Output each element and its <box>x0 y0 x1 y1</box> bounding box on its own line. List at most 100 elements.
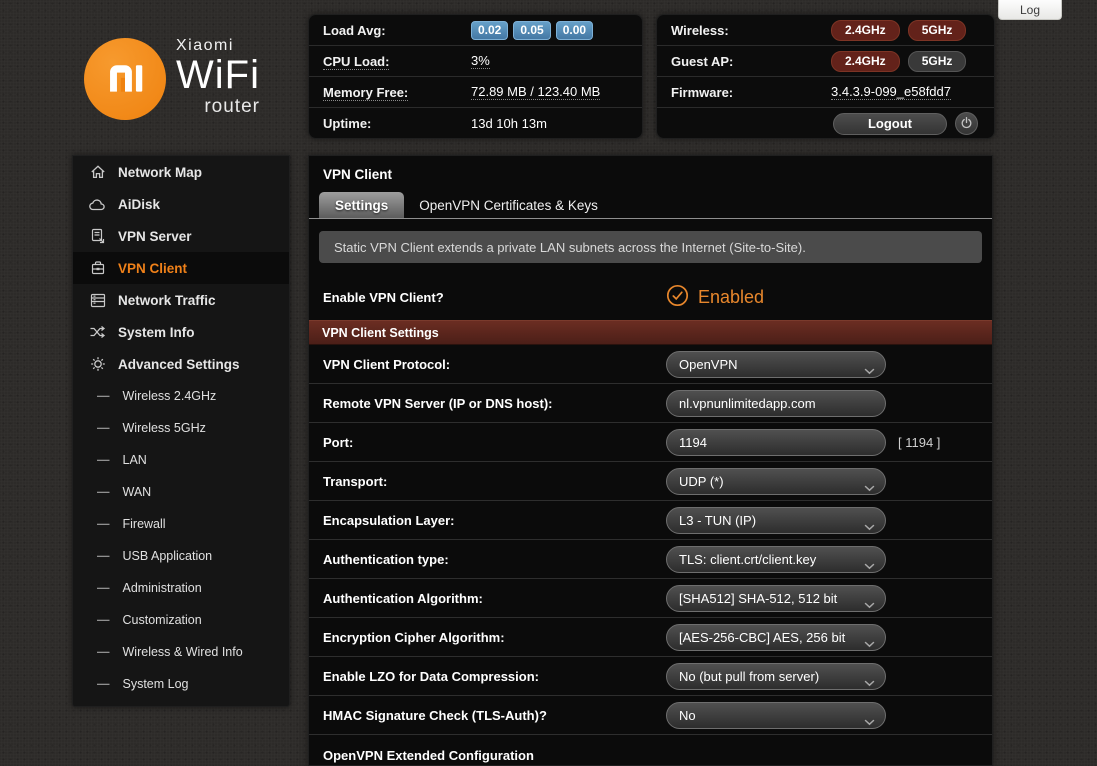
sidebar-subitem-wireless-5ghz[interactable]: — Wireless 5GHz <box>73 412 289 444</box>
port-input[interactable] <box>679 430 873 455</box>
encapsulation-layer-select[interactable]: L3 - TUN (IP) <box>666 507 886 534</box>
logout-row: Logout <box>657 108 994 139</box>
load-avg-label: Load Avg: <box>323 23 471 38</box>
chevron-down-icon <box>864 362 875 380</box>
sidebar-subitem-customization[interactable]: — Customization <box>73 604 289 636</box>
logo-text: Xiaomi WiFi router <box>176 38 260 116</box>
encryption-cipher-algorithm-select[interactable]: [AES-256-CBC] AES, 256 bit <box>666 624 886 651</box>
load-avg-badges: 0.020.050.00 <box>471 21 598 40</box>
uptime-value: 13d 10h 13m <box>471 116 547 131</box>
cpu-load-value: 3% <box>471 53 490 69</box>
sidebar-item-vpn-server[interactable]: VPN Server <box>73 220 289 252</box>
sidebar-item-vpn-client[interactable]: VPN Client <box>73 252 289 284</box>
vpn-client-protocol-select[interactable]: OpenVPN <box>666 351 886 378</box>
tab-openvpn-certificates-keys[interactable]: OpenVPN Certificates & Keys <box>404 192 613 218</box>
sidebar-item-network-map[interactable]: Network Map <box>73 156 289 188</box>
sidebar-subitem-administration[interactable]: —Administration <box>73 572 289 604</box>
dash-icon: — <box>97 517 109 531</box>
tab-settings[interactable]: Settings <box>319 192 404 218</box>
memory-free-row: Memory Free: 72.89 MB / 123.40 MB <box>309 77 642 108</box>
cloud-icon <box>89 196 106 213</box>
sidebar-subitem-label: System Log <box>123 677 189 691</box>
main-content: VPN Client SettingsOpenVPN Certificates … <box>308 155 993 766</box>
wireless-label: Wireless: <box>671 23 831 38</box>
form-row: VPN Client Protocol:OpenVPN <box>309 345 992 384</box>
selected-value: [SHA512] SHA-512, 512 bit <box>679 591 837 606</box>
sidebar-item-network-traffic[interactable]: Network Traffic <box>73 284 289 316</box>
cpu-load-row: CPU Load: 3% <box>309 46 642 77</box>
field-label: Authentication Algorithm: <box>323 591 666 606</box>
logout-button[interactable]: Logout <box>833 113 947 135</box>
dash-icon: — <box>97 421 109 435</box>
sidebar-subitem-wireless-wired-info[interactable]: —Wireless & Wired Info <box>73 636 289 668</box>
sidebar-subitem-label: Wireless 2.4GHz <box>123 389 217 403</box>
sidebar-subitem-label: Customization <box>123 613 202 627</box>
dash-icon: — <box>97 389 109 403</box>
sidebar-item-aidisk[interactable]: AiDisk <box>73 188 289 220</box>
power-button[interactable] <box>955 112 978 135</box>
logo: Xiaomi WiFi router <box>84 38 260 120</box>
sidebar-subitem-wan[interactable]: — WAN <box>73 476 289 508</box>
field-label: HMAC Signature Check (TLS-Auth)? <box>323 708 666 723</box>
load-avg-badge: 0.02 <box>471 21 508 40</box>
firmware-value[interactable]: 3.4.3.9-099_e58fdd7 <box>831 84 951 100</box>
memory-free-value: 72.89 MB / 123.40 MB <box>471 84 600 100</box>
sidebar-subitem-firewall[interactable]: —Firewall <box>73 508 289 540</box>
authentication-algorithm-select[interactable]: [SHA512] SHA-512, 512 bit <box>666 585 886 612</box>
selected-value: [AES-256-CBC] AES, 256 bit <box>679 630 845 645</box>
sidebar-item-label: VPN Client <box>118 261 187 276</box>
form-row: Enable LZO for Data Compression:No (but … <box>309 657 992 696</box>
wireless-badge[interactable]: 2.4GHz <box>831 20 900 41</box>
authentication-type-select[interactable]: TLS: client.crt/client.key <box>666 546 886 573</box>
enable-vpn-row: Enable VPN Client? Enabled <box>309 275 992 320</box>
enable-vpn-label: Enable VPN Client? <box>323 290 666 305</box>
wireless-badge[interactable]: 5GHz <box>908 20 967 41</box>
enable-vpn-toggle[interactable]: Enabled <box>666 284 764 312</box>
mi-logo-icon <box>84 38 166 120</box>
field-label: Transport: <box>323 474 666 489</box>
chevron-down-icon <box>864 557 875 575</box>
dash-icon: — <box>97 613 109 627</box>
sidebar-subitem-lan[interactable]: —LAN <box>73 444 289 476</box>
sidebar: Network MapAiDiskVPN Server VPN Client Net… <box>72 155 290 707</box>
field-label: Authentication type: <box>323 552 666 567</box>
uptime-label: Uptime: <box>323 116 471 131</box>
guest-ap-badge[interactable]: 5GHz <box>908 51 967 72</box>
transport-select[interactable]: UDP (*) <box>666 468 886 495</box>
sidebar-subitem-label: Wireless 5GHz <box>123 421 206 435</box>
enable-vpn-status: Enabled <box>698 287 764 308</box>
sidebar-subitem-wireless-2-4ghz[interactable]: — Wireless 2.4GHz <box>73 380 289 412</box>
sidebar-item-system-info[interactable]: System Info <box>73 316 289 348</box>
selected-value: TLS: client.crt/client.key <box>679 552 816 567</box>
sidebar-item-advanced-settings[interactable]: Advanced Settings <box>73 348 289 380</box>
vpn-client-icon <box>89 260 106 277</box>
chevron-down-icon <box>864 518 875 536</box>
sidebar-subitem-label: WAN <box>123 485 152 499</box>
sidebar-subitem-usb-application[interactable]: —USB Application <box>73 540 289 572</box>
form-row: HMAC Signature Check (TLS-Auth)?No <box>309 696 992 735</box>
sidebar-subitem-system-log[interactable]: —System Log <box>73 668 289 700</box>
page-title: VPN Client <box>309 156 992 191</box>
log-button[interactable]: Log <box>998 0 1062 20</box>
dash-icon: — <box>97 485 109 499</box>
chevron-down-icon <box>864 479 875 497</box>
firmware-label: Firmware: <box>671 85 831 100</box>
remote-vpn-server-ip-or-dns-host-input[interactable] <box>679 391 873 416</box>
field-label: Port: <box>323 435 666 450</box>
vpn-server-icon <box>89 228 106 245</box>
vpn-settings-form: VPN Client Protocol:OpenVPN Remote VPN Se… <box>309 345 992 735</box>
gear-icon <box>89 356 106 373</box>
guest-ap-badge[interactable]: 2.4GHz <box>831 51 900 72</box>
sidebar-subitem-label: USB Application <box>123 549 213 563</box>
network-traffic-icon <box>89 292 106 309</box>
form-row: Authentication type: TLS: client.crt/clie… <box>309 540 992 579</box>
wireless-status-panel: Wireless: 2.4GHz 5GHz Guest AP: 2.4GHz 5GH… <box>656 14 995 139</box>
form-row: Encryption Cipher Algorithm:[AES-256-CBC… <box>309 618 992 657</box>
hmac-signature-check-tls-auth-select[interactable]: No <box>666 702 886 729</box>
field-label: Remote VPN Server (IP or DNS host): <box>323 396 666 411</box>
selected-value: UDP (*) <box>679 474 724 489</box>
enable-lzo-for-data-compression-select[interactable]: No (but pull from server) <box>666 663 886 690</box>
guest-ap-label: Guest AP: <box>671 54 831 69</box>
form-row: Port:[ 1194 ] <box>309 423 992 462</box>
power-icon <box>960 116 973 132</box>
